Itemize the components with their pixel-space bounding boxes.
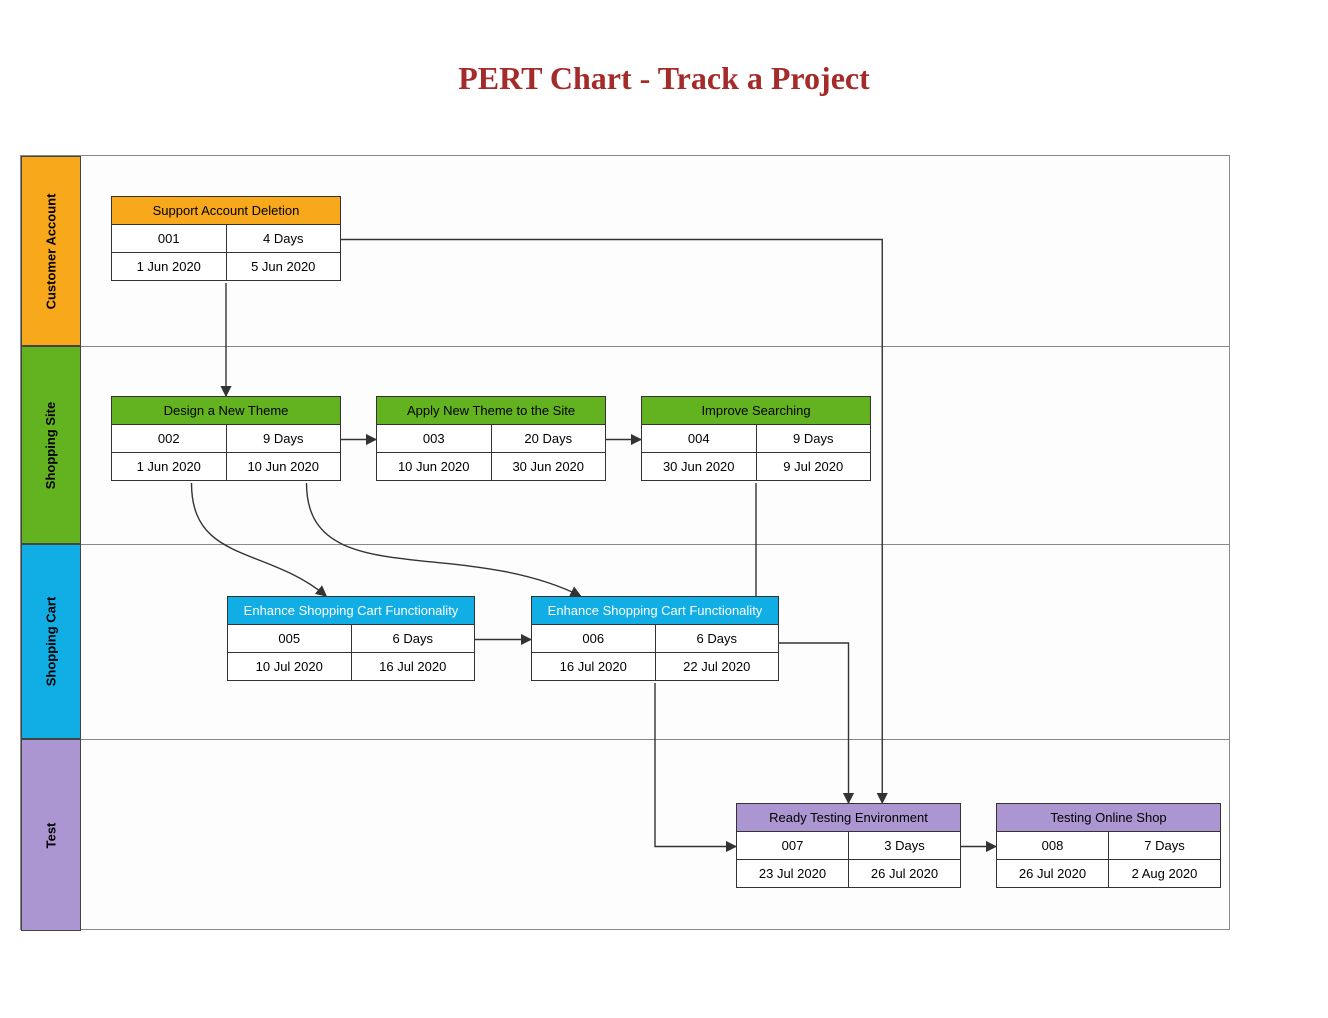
lane-label: Test — [21, 739, 81, 931]
node-id: 004 — [642, 425, 756, 453]
lane-label: Shopping Site — [21, 346, 81, 544]
node-id: 007 — [737, 832, 848, 860]
node-title: Enhance Shopping Cart Functionality — [532, 597, 778, 625]
node-title: Improve Searching — [642, 397, 870, 425]
lane-label: Shopping Cart — [21, 544, 81, 739]
node-start: 30 Jun 2020 — [642, 453, 756, 480]
pert-node[interactable]: Enhance Shopping Cart Functionality0056 … — [227, 596, 475, 681]
pert-node[interactable]: Apply New Theme to the Site00320 Days10 … — [376, 396, 606, 481]
node-end: 16 Jul 2020 — [351, 653, 475, 680]
node-title: Design a New Theme — [112, 397, 340, 425]
node-id: 002 — [112, 425, 226, 453]
node-start: 16 Jul 2020 — [532, 653, 655, 680]
node-end: 2 Aug 2020 — [1108, 860, 1220, 887]
node-end: 5 Jun 2020 — [226, 253, 341, 280]
node-start: 1 Jun 2020 — [112, 453, 226, 480]
node-id: 008 — [997, 832, 1108, 860]
node-start: 1 Jun 2020 — [112, 253, 226, 280]
pert-node[interactable]: Enhance Shopping Cart Functionality0066 … — [531, 596, 779, 681]
node-start: 23 Jul 2020 — [737, 860, 848, 887]
node-duration: 4 Days — [226, 225, 341, 253]
node-end: 30 Jun 2020 — [491, 453, 606, 480]
node-id: 001 — [112, 225, 226, 253]
node-end: 26 Jul 2020 — [848, 860, 960, 887]
pert-node[interactable]: Ready Testing Environment0073 Days23 Jul… — [736, 803, 961, 888]
node-duration: 9 Days — [756, 425, 871, 453]
node-id: 006 — [532, 625, 655, 653]
node-id: 005 — [228, 625, 351, 653]
node-duration: 9 Days — [226, 425, 341, 453]
node-title: Enhance Shopping Cart Functionality — [228, 597, 474, 625]
node-start: 10 Jun 2020 — [377, 453, 491, 480]
node-start: 26 Jul 2020 — [997, 860, 1108, 887]
pert-node[interactable]: Testing Online Shop0087 Days26 Jul 20202… — [996, 803, 1221, 888]
lane-label: Customer Account — [21, 156, 81, 346]
node-title: Testing Online Shop — [997, 804, 1220, 832]
node-end: 22 Jul 2020 — [655, 653, 779, 680]
pert-node[interactable]: Support Account Deletion0014 Days1 Jun 2… — [111, 196, 341, 281]
lane-label-text: Shopping Cart — [44, 597, 59, 687]
node-duration: 6 Days — [655, 625, 779, 653]
node-duration: 7 Days — [1108, 832, 1220, 860]
pert-chart: Customer Account Shopping Site Shopping Ca… — [20, 155, 1230, 930]
node-end: 9 Jul 2020 — [756, 453, 871, 480]
node-title: Ready Testing Environment — [737, 804, 960, 832]
pert-node[interactable]: Improve Searching0049 Days30 Jun 20209 J… — [641, 396, 871, 481]
node-duration: 6 Days — [351, 625, 475, 653]
lane-label-text: Test — [43, 822, 58, 848]
node-id: 003 — [377, 425, 491, 453]
page-title: PERT Chart - Track a Project — [0, 60, 1328, 97]
node-duration: 3 Days — [848, 832, 960, 860]
node-end: 10 Jun 2020 — [226, 453, 341, 480]
pert-node[interactable]: Design a New Theme0029 Days1 Jun 202010 … — [111, 396, 341, 481]
node-start: 10 Jul 2020 — [228, 653, 351, 680]
node-title: Support Account Deletion — [112, 197, 340, 225]
lane-label-text: Customer Account — [44, 193, 59, 309]
node-duration: 20 Days — [491, 425, 606, 453]
lane-label-text: Shopping Site — [44, 401, 59, 488]
node-title: Apply New Theme to the Site — [377, 397, 605, 425]
